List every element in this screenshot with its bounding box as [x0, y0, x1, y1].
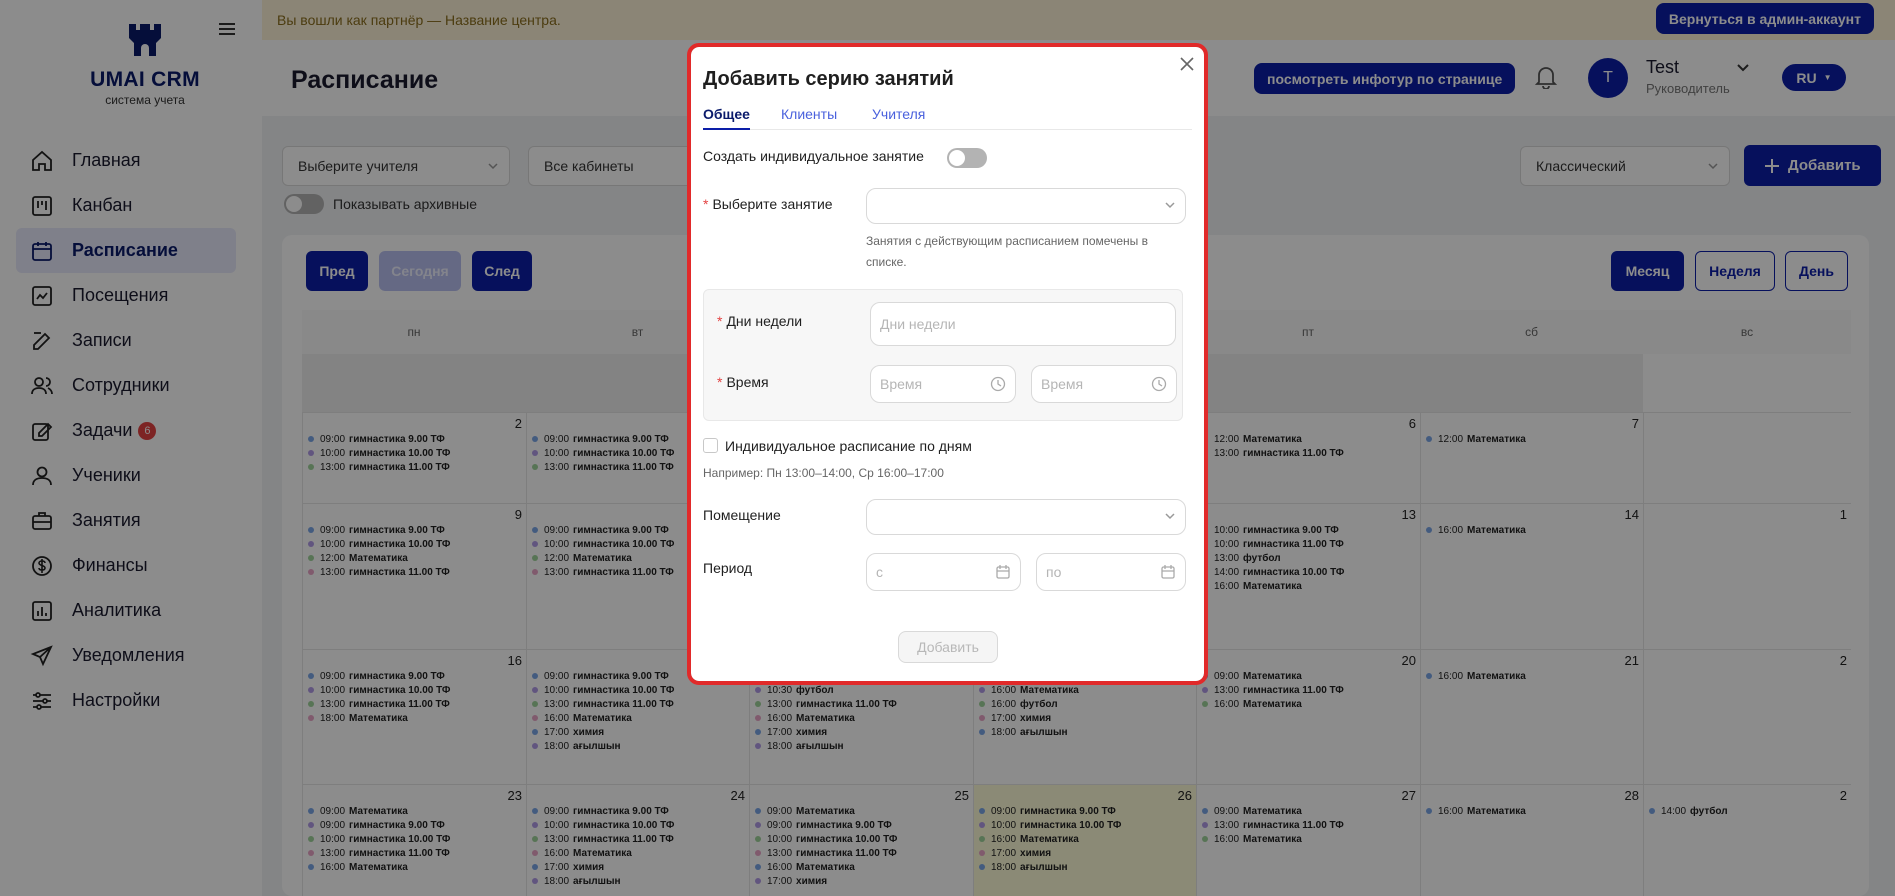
time-to-placeholder: Время — [1041, 376, 1084, 392]
room-label: Помещение — [703, 507, 781, 523]
example-text: Например: Пн 13:00–14:00, Ср 16:00–17:00 — [703, 466, 944, 480]
modal-submit-button[interactable]: Добавить — [898, 631, 998, 663]
lesson-label-text: Выберите занятие — [712, 196, 833, 212]
time-from-placeholder: Время — [880, 376, 923, 392]
lesson-hint: Занятия с действующим расписанием помече… — [866, 234, 1148, 269]
time-to-input[interactable]: Время — [1031, 365, 1177, 403]
time-from-input[interactable]: Время — [870, 365, 1016, 403]
weekdays-select[interactable]: Дни недели — [870, 302, 1176, 346]
time-label-text: Время — [726, 374, 769, 390]
weekdays-label-text: Дни недели — [726, 313, 803, 329]
weekdays-label: * Дни недели — [717, 313, 803, 329]
calendar-icon — [996, 565, 1010, 579]
clock-icon — [990, 376, 1006, 392]
lesson-select[interactable] — [866, 188, 1186, 224]
close-icon — [1180, 57, 1194, 71]
period-to-input[interactable]: по — [1036, 553, 1186, 591]
individual-lesson-label: Создать индивидуальное занятие — [703, 148, 924, 164]
chevron-down-icon — [1165, 202, 1175, 209]
period-from-input[interactable]: с — [866, 553, 1021, 591]
tab-general[interactable]: Общее — [703, 106, 750, 130]
chevron-down-icon — [1165, 513, 1175, 520]
period-label: Период — [703, 560, 753, 576]
close-button[interactable] — [1178, 55, 1196, 73]
add-series-modal: Добавить серию занятий Общее Клиенты Учи… — [687, 43, 1208, 685]
room-select-modal[interactable] — [866, 499, 1186, 535]
tab-teachers[interactable]: Учителя — [872, 106, 925, 122]
lesson-label: * Выберите занятие — [703, 196, 833, 212]
clock-icon — [1151, 376, 1167, 392]
individual-by-day-checkbox[interactable] — [703, 438, 718, 453]
schedule-box: * Дни недели Дни недели * Время Время Врем… — [703, 289, 1183, 421]
period-to-placeholder: по — [1046, 564, 1062, 580]
period-from-placeholder: с — [876, 564, 883, 580]
modal-tabs: Общее Клиенты Учителя — [703, 106, 1192, 130]
tab-clients[interactable]: Клиенты — [781, 106, 837, 122]
individual-by-day-label[interactable]: Индивидуальное расписание по дням — [725, 438, 972, 454]
time-label: * Время — [717, 374, 769, 390]
individual-lesson-toggle[interactable] — [947, 148, 987, 168]
weekdays-placeholder: Дни недели — [880, 316, 956, 332]
calendar-icon — [1161, 565, 1175, 579]
modal-title: Добавить серию занятий — [703, 68, 954, 90]
